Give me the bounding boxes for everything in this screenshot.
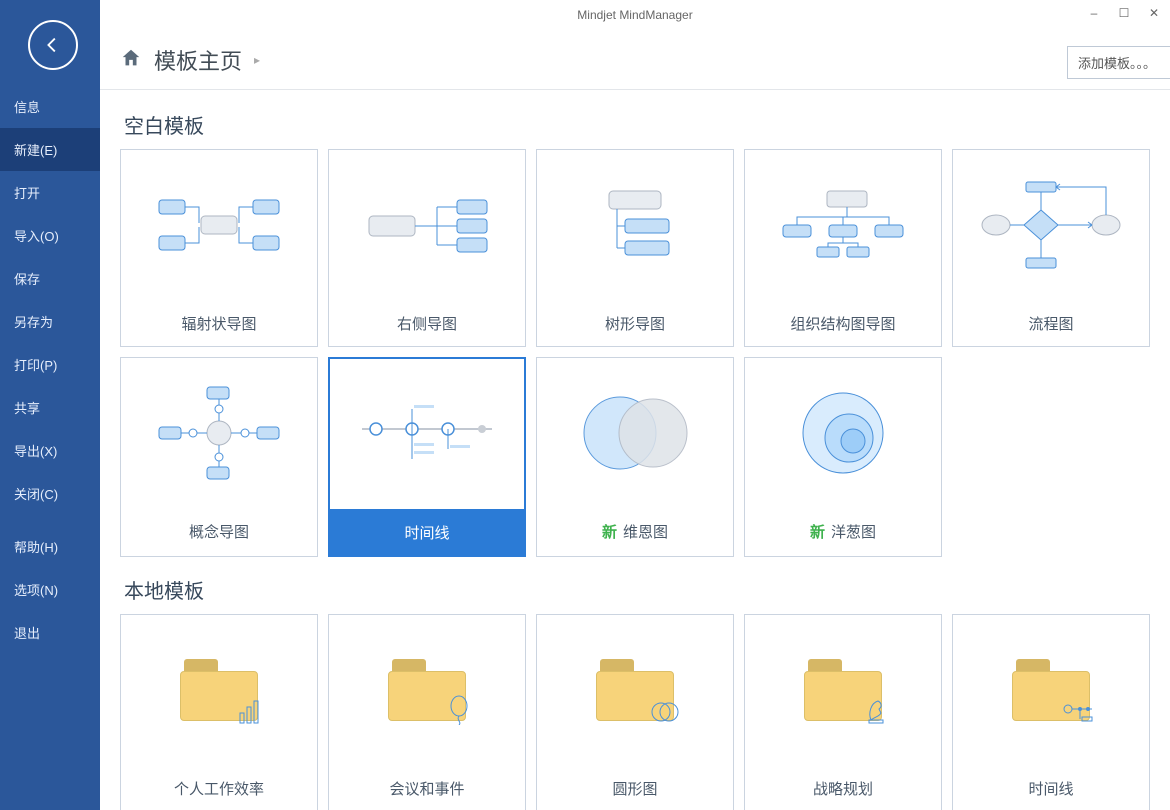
sidebar-item-9[interactable]: 关闭(C) — [0, 472, 100, 515]
main: Mindjet MindManager – ☐ ✕ 模板主页 ▸ 添加模板。。。… — [100, 0, 1170, 810]
template-label: 新洋葱图 — [745, 508, 941, 554]
template-card-right[interactable]: 右侧导图 — [328, 149, 526, 347]
new-badge: 新 — [810, 521, 825, 542]
maximize-button[interactable]: ☐ — [1114, 6, 1134, 20]
balloon-mini-icon — [446, 695, 472, 725]
sidebar-item-3[interactable]: 导入(O) — [0, 214, 100, 257]
right-preview-icon — [329, 150, 525, 300]
radial-preview-icon — [121, 150, 317, 300]
sidebar-secondary-item-0[interactable]: 帮助(H) — [0, 525, 100, 568]
template-card-venn[interactable]: 新维恩图 — [536, 357, 734, 557]
folder-card-3[interactable]: 战略规划 — [744, 614, 942, 810]
titlebar: Mindjet MindManager – ☐ ✕ — [100, 0, 1170, 30]
sidebar-item-4[interactable]: 保存 — [0, 257, 100, 300]
template-label: 概念导图 — [121, 508, 317, 554]
close-button[interactable]: ✕ — [1144, 6, 1164, 20]
home-icon[interactable] — [120, 47, 142, 72]
sidebar: 信息新建(E)打开导入(O)保存另存为打印(P)共享导出(X)关闭(C) 帮助(… — [0, 0, 100, 810]
template-card-radial[interactable]: 辐射状导图 — [120, 149, 318, 347]
folder-label: 个人工作效率 — [121, 765, 317, 810]
folder-label: 会议和事件 — [329, 765, 525, 810]
sidebar-item-8[interactable]: 导出(X) — [0, 429, 100, 472]
onion-preview-icon — [745, 358, 941, 508]
folder-card-0[interactable]: 个人工作效率 — [120, 614, 318, 810]
folder-label: 战略规划 — [745, 765, 941, 810]
chevron-right-icon: ▸ — [254, 53, 260, 67]
folder-card-2[interactable]: 圆形图 — [536, 614, 734, 810]
flow-preview-icon — [953, 150, 1149, 300]
back-button[interactable] — [28, 20, 78, 70]
template-card-concept[interactable]: 概念导图 — [120, 357, 318, 557]
sidebar-secondary-item-2[interactable]: 退出 — [0, 611, 100, 654]
sidebar-item-6[interactable]: 打印(P) — [0, 343, 100, 386]
sidebar-item-1[interactable]: 新建(E) — [0, 128, 100, 171]
content: 空白模板 辐射状导图右侧导图树形导图组织结构图导图流程图概念导图时间线新维恩图新… — [100, 90, 1170, 810]
template-label: 新维恩图 — [537, 508, 733, 554]
org-preview-icon — [745, 150, 941, 300]
section-title-blank: 空白模板 — [124, 110, 1150, 139]
template-card-onion[interactable]: 新洋葱图 — [744, 357, 942, 557]
folder-label: 圆形图 — [537, 765, 733, 810]
template-label: 右侧导图 — [329, 300, 525, 346]
template-label: 组织结构图导图 — [745, 300, 941, 346]
template-card-org[interactable]: 组织结构图导图 — [744, 149, 942, 347]
sidebar-secondary-item-1[interactable]: 选项(N) — [0, 568, 100, 611]
app-title: Mindjet MindManager — [577, 8, 692, 22]
section-title-local: 本地模板 — [124, 575, 1150, 604]
header: 模板主页 ▸ 添加模板。。。 — [100, 30, 1170, 90]
venn-mini-icon — [650, 699, 680, 725]
template-card-timeline[interactable]: 时间线 — [328, 357, 526, 557]
folder-icon — [329, 615, 525, 765]
folder-icon — [953, 615, 1149, 765]
folder-icon — [537, 615, 733, 765]
template-card-tree[interactable]: 树形导图 — [536, 149, 734, 347]
template-label: 树形导图 — [537, 300, 733, 346]
template-label: 流程图 — [953, 300, 1149, 346]
add-template-button[interactable]: 添加模板。。。 — [1067, 46, 1170, 79]
template-card-flow[interactable]: 流程图 — [952, 149, 1150, 347]
timeline-mini-icon — [1062, 701, 1096, 725]
folder-card-1[interactable]: 会议和事件 — [328, 614, 526, 810]
template-label: 辐射状导图 — [121, 300, 317, 346]
folder-icon — [121, 615, 317, 765]
knight-mini-icon — [862, 695, 888, 725]
sidebar-item-2[interactable]: 打开 — [0, 171, 100, 214]
timeline-preview-icon — [330, 359, 524, 509]
folder-label: 时间线 — [953, 765, 1149, 810]
breadcrumb[interactable]: 模板主页 — [154, 44, 242, 76]
chart-mini-icon — [238, 699, 264, 725]
minimize-button[interactable]: – — [1084, 6, 1104, 20]
sidebar-item-5[interactable]: 另存为 — [0, 300, 100, 343]
concept-preview-icon — [121, 358, 317, 508]
sidebar-item-0[interactable]: 信息 — [0, 85, 100, 128]
template-label: 时间线 — [330, 509, 524, 555]
new-badge: 新 — [602, 521, 617, 542]
tree-preview-icon — [537, 150, 733, 300]
folder-icon — [745, 615, 941, 765]
venn-preview-icon — [537, 358, 733, 508]
sidebar-item-7[interactable]: 共享 — [0, 386, 100, 429]
folder-card-4[interactable]: 时间线 — [952, 614, 1150, 810]
